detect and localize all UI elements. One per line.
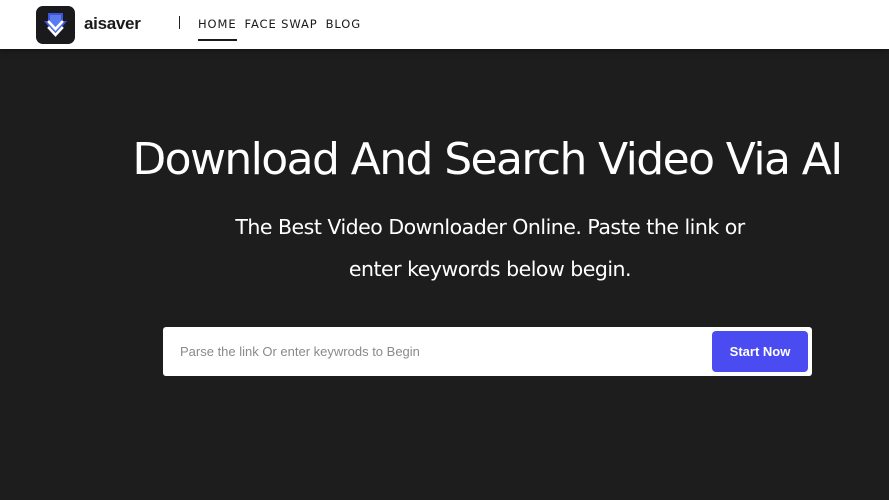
- nav-item-home[interactable]: HOME: [198, 17, 237, 41]
- download-arrow-icon: [44, 13, 67, 37]
- search-box: Start Now: [163, 327, 812, 376]
- logo-icon[interactable]: [36, 6, 75, 44]
- hero-title: Download And Search Video Via AI: [132, 134, 843, 185]
- site-header: aisaver HOME FACE SWAP BLOG: [0, 0, 889, 49]
- start-now-button[interactable]: Start Now: [712, 331, 808, 372]
- nav-divider: [179, 16, 180, 29]
- main-nav: HOME FACE SWAP BLOG: [198, 17, 369, 41]
- hero-subtitle-line-1: The Best Video Downloader Online. Paste …: [235, 215, 745, 239]
- nav-item-blog[interactable]: BLOG: [326, 17, 361, 31]
- nav-item-face-swap[interactable]: FACE SWAP: [245, 17, 318, 31]
- search-input[interactable]: [163, 327, 693, 376]
- brand-name[interactable]: aisaver: [84, 14, 141, 34]
- hero-subtitle: The Best Video Downloader Online. Paste …: [180, 206, 800, 290]
- hero-subtitle-line-2: enter keywords below begin.: [348, 257, 632, 281]
